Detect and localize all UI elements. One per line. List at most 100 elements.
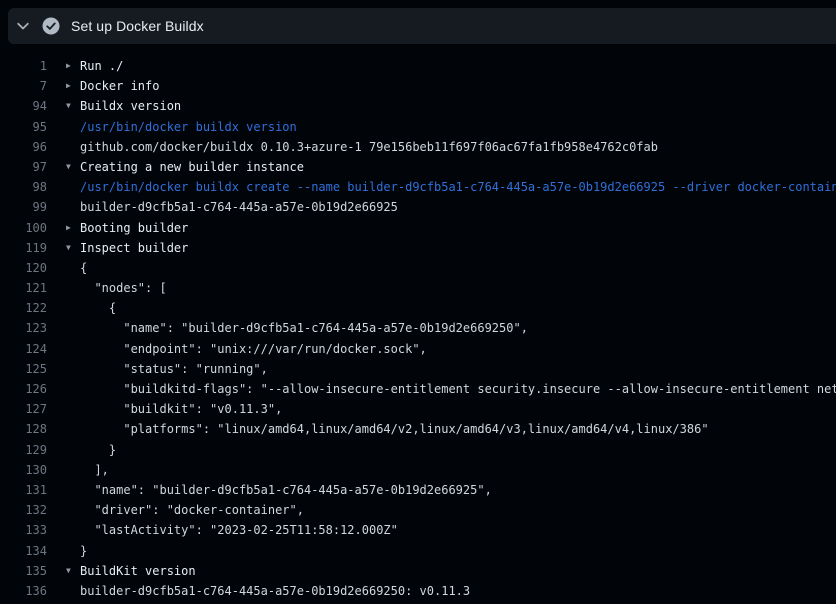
line-number[interactable]: 120 [0,258,47,278]
step-header[interactable]: Set up Docker Buildx [8,8,836,44]
line-number[interactable]: 119 [0,238,47,258]
line-number[interactable]: 1 [0,56,47,76]
log-text: "lastActivity": "2023-02-25T11:58:12.000… [80,520,398,540]
toggle-spacer [47,137,80,157]
log-output-row: 120 { [0,258,836,278]
triangle-down-icon[interactable]: ▼ [47,157,80,177]
check-circle-icon [42,17,60,35]
triangle-down-icon[interactable]: ▼ [47,238,80,258]
log-area: 1▶Run ./7▶Docker info94▼Buildx version95… [0,44,836,604]
line-number[interactable]: 125 [0,359,47,379]
line-number[interactable]: 136 [0,581,47,601]
line-number[interactable]: 123 [0,318,47,338]
log-output-row: 134} [0,541,836,561]
line-number[interactable]: 96 [0,137,47,157]
toggle-spacer [47,480,80,500]
log-text: "endpoint": "unix:///var/run/docker.sock… [80,339,427,359]
log-group-row[interactable]: 97▼Creating a new builder instance [0,157,836,177]
log-group-row[interactable]: 1▶Run ./ [0,56,836,76]
chevron-down-icon[interactable] [15,18,31,34]
log-output-row: 122 { [0,298,836,318]
log-text: BuildKit version [80,561,196,581]
toggle-spacer [47,197,80,217]
log-text: /usr/bin/docker buildx create --name bui… [80,177,836,197]
log-group-row[interactable]: 7▶Docker info [0,76,836,96]
line-number[interactable]: 126 [0,379,47,399]
line-number[interactable]: 97 [0,157,47,177]
log-text: "driver": "docker-container", [80,500,304,520]
toggle-spacer [47,177,80,197]
toggle-spacer [47,258,80,278]
step-title: Set up Docker Buildx [71,18,204,34]
log-group-row[interactable]: 100▶Booting builder [0,218,836,238]
triangle-right-icon[interactable]: ▶ [47,56,80,76]
toggle-spacer [47,581,80,601]
line-number[interactable]: 130 [0,460,47,480]
log-group-row[interactable]: 119▼Inspect builder [0,238,836,258]
line-number[interactable]: 98 [0,177,47,197]
log-text: builder-d9cfb5a1-c764-445a-a57e-0b19d2e6… [80,581,470,601]
line-number[interactable]: 135 [0,561,47,581]
log-text: Buildx version [80,96,181,116]
line-number[interactable]: 128 [0,419,47,439]
line-number[interactable]: 131 [0,480,47,500]
line-number[interactable]: 127 [0,399,47,419]
line-number[interactable]: 134 [0,541,47,561]
toggle-spacer [47,460,80,480]
toggle-spacer [47,520,80,540]
toggle-spacer [47,117,80,137]
toggle-spacer [47,339,80,359]
log-output-row: 136 builder-d9cfb5a1-c764-445a-a57e-0b19d… [0,581,836,601]
log-output-row: 127 "buildkit": "v0.11.3", [0,399,836,419]
log-output-row: 96 github.com/docker/buildx 0.10.3+azure-… [0,137,836,157]
triangle-right-icon[interactable]: ▶ [47,76,80,96]
log-text: "status": "running", [80,359,268,379]
toggle-spacer [47,500,80,520]
log-text: } [80,440,116,460]
triangle-down-icon[interactable]: ▼ [47,96,80,116]
toggle-spacer [47,318,80,338]
log-output-row: 131 "name": "builder-d9cfb5a1-c764-445a-… [0,480,836,500]
log-output-row: 126 "buildkitd-flags": "--allow-insecure… [0,379,836,399]
log-output-row: 123 "name": "builder-d9cfb5a1-c764-445a-… [0,318,836,338]
log-text: "name": "builder-d9cfb5a1-c764-445a-a57e… [80,480,492,500]
log-output-row: 124 "endpoint": "unix:///var/run/docker.… [0,339,836,359]
line-number[interactable]: 124 [0,339,47,359]
log-text: github.com/docker/buildx 0.10.3+azure-1 … [80,137,658,157]
line-number[interactable]: 121 [0,278,47,298]
toggle-spacer [47,379,80,399]
log-text: builder-d9cfb5a1-c764-445a-a57e-0b19d2e6… [80,197,398,217]
log-output-row: 132 "driver": "docker-container", [0,500,836,520]
line-number[interactable]: 94 [0,96,47,116]
log-group-row[interactable]: 135▼BuildKit version [0,561,836,581]
line-number[interactable]: 99 [0,197,47,217]
log-text: { [80,298,116,318]
line-number[interactable]: 129 [0,440,47,460]
triangle-down-icon[interactable]: ▼ [47,561,80,581]
log-output-row: 99 builder-d9cfb5a1-c764-445a-a57e-0b19d2… [0,197,836,217]
line-number[interactable]: 132 [0,500,47,520]
log-text: { [80,258,87,278]
triangle-right-icon[interactable]: ▶ [47,218,80,238]
log-text: /usr/bin/docker buildx version [80,117,297,137]
log-output-row: 133 "lastActivity": "2023-02-25T11:58:12… [0,520,836,540]
toggle-spacer [47,440,80,460]
log-text: "nodes": [ [80,278,167,298]
log-output-row: 98/usr/bin/docker buildx create --name b… [0,177,836,197]
log-text: "buildkitd-flags": "--allow-insecure-ent… [80,379,836,399]
log-group-row[interactable]: 94▼Buildx version [0,96,836,116]
log-text: } [80,541,87,561]
toggle-spacer [47,541,80,561]
log-text: Docker info [80,76,159,96]
line-number[interactable]: 100 [0,218,47,238]
log-output-row: 129 } [0,440,836,460]
toggle-spacer [47,278,80,298]
actions-log-viewer: Set up Docker Buildx 1▶Run ./7▶Docker in… [0,0,836,604]
toggle-spacer [47,359,80,379]
line-number[interactable]: 133 [0,520,47,540]
toggle-spacer [47,298,80,318]
log-text: Booting builder [80,218,188,238]
line-number[interactable]: 7 [0,76,47,96]
line-number[interactable]: 95 [0,117,47,137]
line-number[interactable]: 122 [0,298,47,318]
